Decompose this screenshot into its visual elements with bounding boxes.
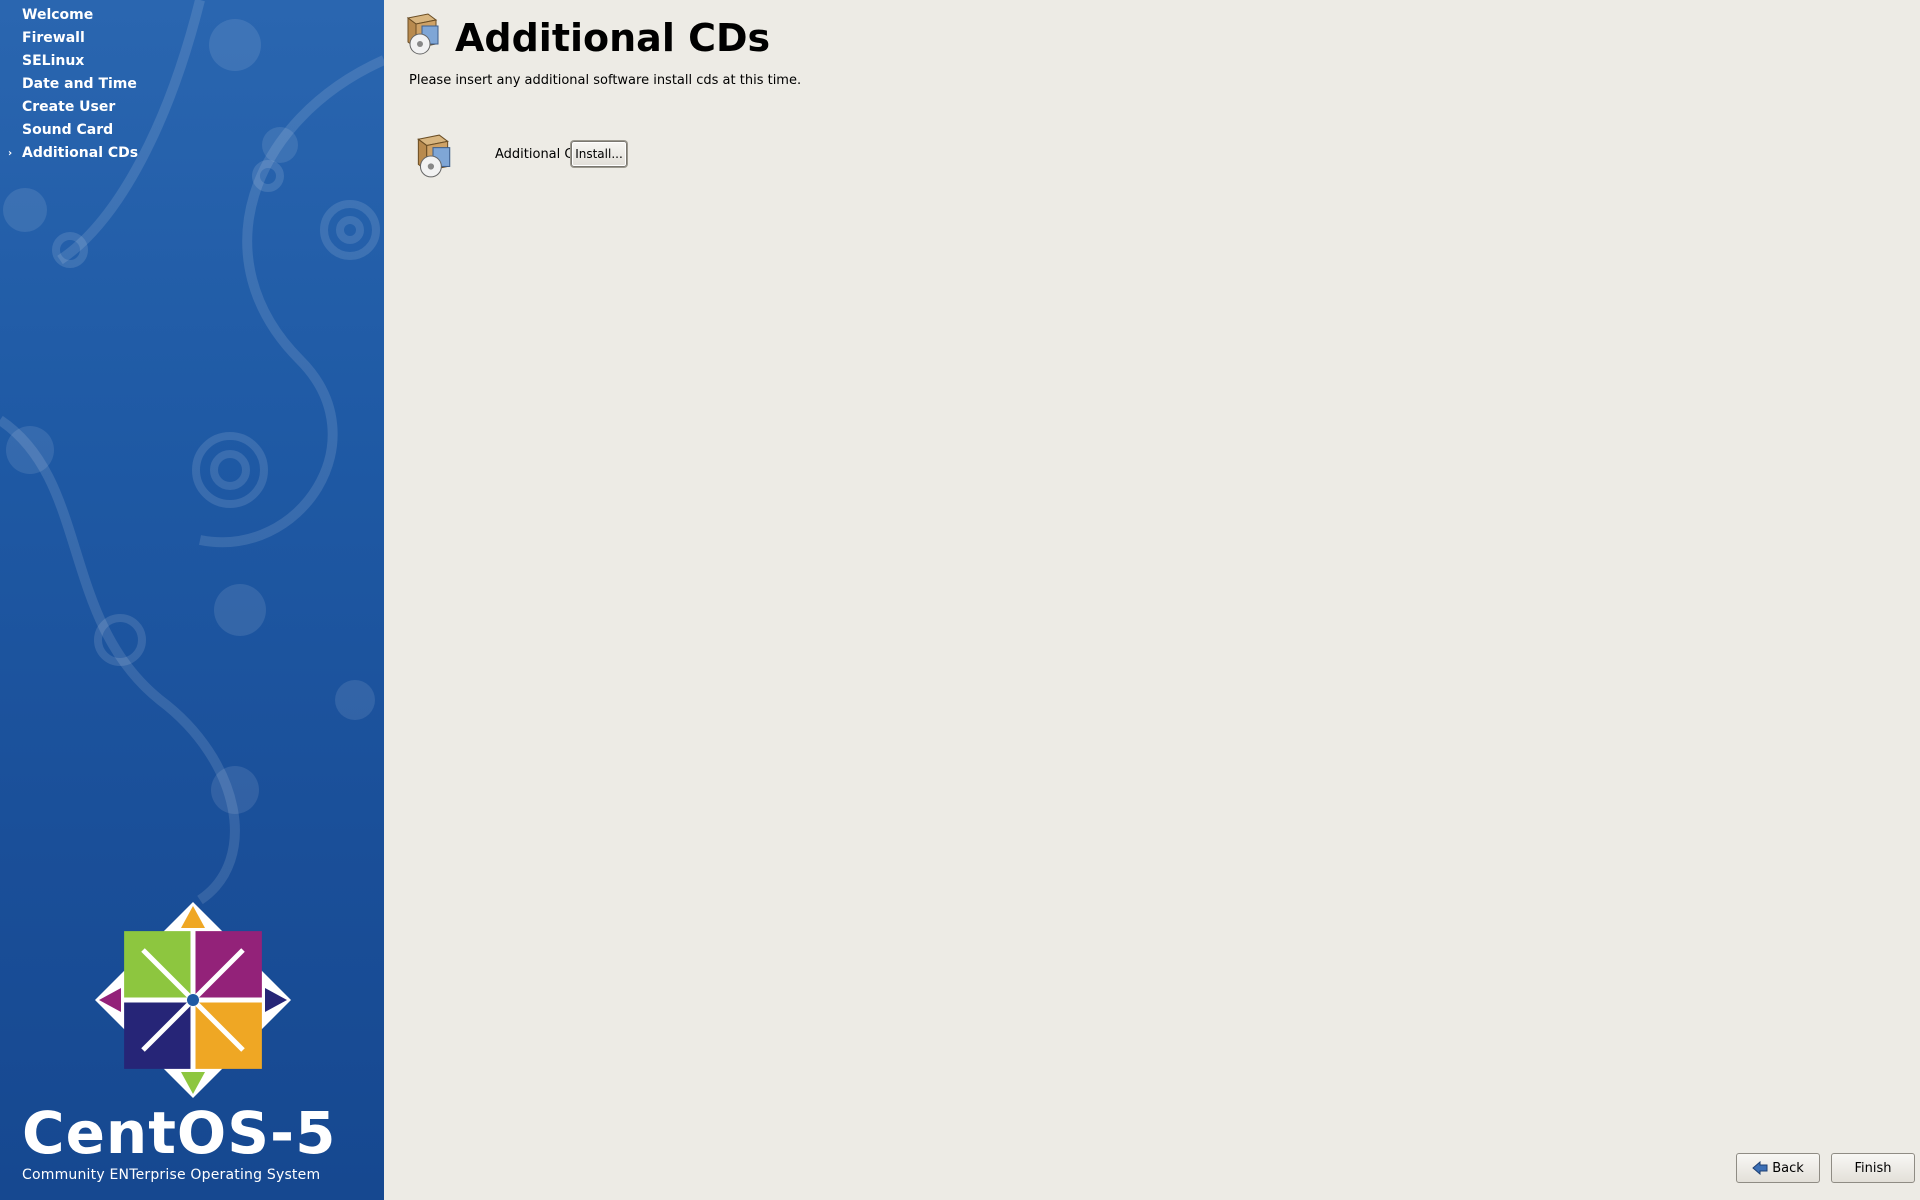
sidebar-item-label: Welcome xyxy=(22,7,94,23)
sidebar-item-firewall[interactable]: Firewall xyxy=(0,27,384,50)
sidebar-item-additional-cds[interactable]: › Additional CDs xyxy=(0,142,384,165)
page-title: Additional CDs xyxy=(455,16,771,60)
package-cd-icon xyxy=(417,134,451,178)
finish-button-label: Finish xyxy=(1854,1160,1892,1176)
finish-button[interactable]: Finish xyxy=(1831,1153,1915,1183)
main-content: Additional CDs Please insert any additio… xyxy=(384,0,1920,1200)
brand-tagline: Community ENTerprise Operating System xyxy=(22,1167,321,1183)
sidebar-item-date-and-time[interactable]: Date and Time xyxy=(0,73,384,96)
current-step-arrow-icon: › xyxy=(8,148,13,159)
back-button-label: Back xyxy=(1772,1160,1804,1176)
back-arrow-icon xyxy=(1752,1161,1768,1175)
sidebar-item-label: Firewall xyxy=(22,30,85,46)
page-description: Please insert any additional software in… xyxy=(409,73,802,88)
sidebar-item-label: Create User xyxy=(22,99,116,115)
back-button[interactable]: Back xyxy=(1736,1153,1820,1183)
sidebar-nav: Welcome Firewall SELinux Date and Time C… xyxy=(0,4,384,165)
sidebar-item-label: Date and Time xyxy=(22,76,137,92)
sidebar: Welcome Firewall SELinux Date and Time C… xyxy=(0,0,384,1200)
install-button[interactable]: Install... xyxy=(571,141,627,167)
sidebar-item-selinux[interactable]: SELinux xyxy=(0,50,384,73)
sidebar-item-create-user[interactable]: Create User xyxy=(0,96,384,119)
sidebar-item-label: SELinux xyxy=(22,53,85,69)
sidebar-item-sound-card[interactable]: Sound Card xyxy=(0,119,384,142)
sidebar-item-welcome[interactable]: Welcome xyxy=(0,4,384,27)
package-cd-icon xyxy=(406,13,439,55)
brand-name: CentOS-5 xyxy=(22,1099,337,1167)
centos-logo xyxy=(95,902,291,1098)
sidebar-item-label: Sound Card xyxy=(22,122,114,138)
sidebar-item-label: Additional CDs xyxy=(22,145,139,161)
